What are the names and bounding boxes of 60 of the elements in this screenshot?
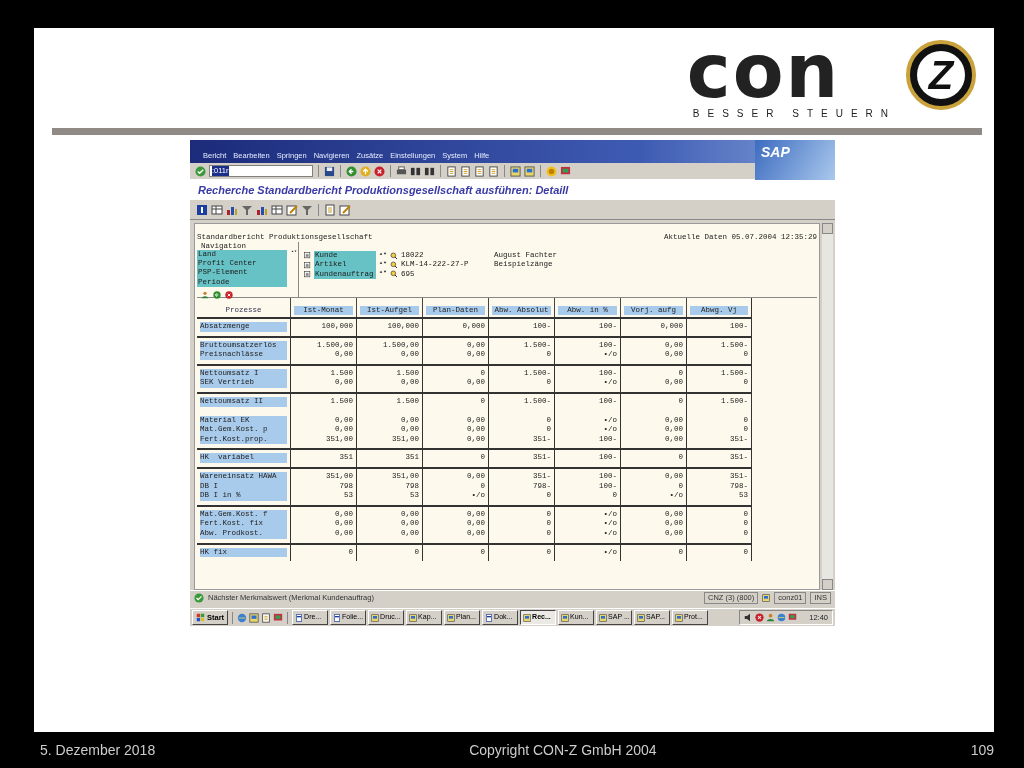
globe-icon[interactable] <box>237 612 248 623</box>
scrollbar[interactable] <box>822 223 833 590</box>
page-icon[interactable] <box>324 203 336 216</box>
window-icon <box>523 613 532 622</box>
window-icon <box>561 613 570 622</box>
list-icon[interactable] <box>304 261 311 269</box>
monitor-icon[interactable] <box>560 165 571 177</box>
session-icon[interactable] <box>762 594 771 602</box>
info-icon[interactable] <box>196 203 208 216</box>
page-icon[interactable] <box>488 165 499 177</box>
success-icon <box>194 593 204 603</box>
window-icon <box>675 613 684 622</box>
refresh-icon[interactable] <box>213 291 221 299</box>
window-icon[interactable] <box>249 612 260 623</box>
monitor-icon[interactable] <box>273 612 284 623</box>
logo-tagline: BESSER STEUERN <box>692 107 896 121</box>
cancel-icon[interactable] <box>755 613 765 622</box>
sap-logo: SAP <box>755 140 835 180</box>
magnifier-icon[interactable] <box>390 261 398 270</box>
filter-icon[interactable] <box>241 203 253 216</box>
cancel-icon[interactable] <box>374 165 385 177</box>
edit-icon[interactable] <box>339 203 351 216</box>
window-icon <box>409 613 418 622</box>
page-number: 109 <box>970 741 994 760</box>
table-icon[interactable] <box>211 203 223 216</box>
window-icon <box>371 613 380 622</box>
print-icon[interactable] <box>396 165 407 177</box>
page-icon[interactable] <box>460 165 471 177</box>
save-icon[interactable] <box>324 165 335 177</box>
person-icon[interactable] <box>201 291 209 299</box>
list-icon[interactable] <box>304 270 311 278</box>
logo-emblem: Z <box>906 40 976 110</box>
person-icon[interactable] <box>766 613 776 622</box>
table-icon[interactable] <box>271 203 283 216</box>
window-icon <box>447 613 456 622</box>
window-icon[interactable] <box>524 165 535 177</box>
magnifier-icon[interactable] <box>390 270 398 279</box>
delete-icon[interactable] <box>225 291 233 299</box>
page-icon[interactable] <box>474 165 485 177</box>
logo-wordmark: con <box>686 40 841 102</box>
edit-icon[interactable] <box>286 203 298 216</box>
window-icon <box>333 613 342 622</box>
monitor-icon[interactable] <box>788 613 798 622</box>
window-icon <box>637 613 646 622</box>
window-icon <box>599 613 608 622</box>
filter-icon[interactable] <box>301 203 313 216</box>
back-icon[interactable] <box>346 165 357 177</box>
footer-date: 5. Dezember 2018 <box>40 741 156 760</box>
screen-title: Recherche Standardbericht Produktionsgesellschaft ausführen: Detaill <box>190 180 835 200</box>
list-icon[interactable] <box>304 252 311 260</box>
page-icon[interactable] <box>446 165 457 177</box>
footer-copyright: Copyright CON-Z GmbH 2004 <box>469 741 657 760</box>
globe-icon[interactable] <box>777 613 787 622</box>
window-icon <box>295 613 304 622</box>
check-icon[interactable] <box>195 165 206 177</box>
windows-icon <box>196 613 205 622</box>
window-icon <box>485 613 494 622</box>
window-icon[interactable] <box>510 165 521 177</box>
magnifier-icon[interactable] <box>390 251 398 260</box>
page-icon[interactable] <box>261 612 272 623</box>
